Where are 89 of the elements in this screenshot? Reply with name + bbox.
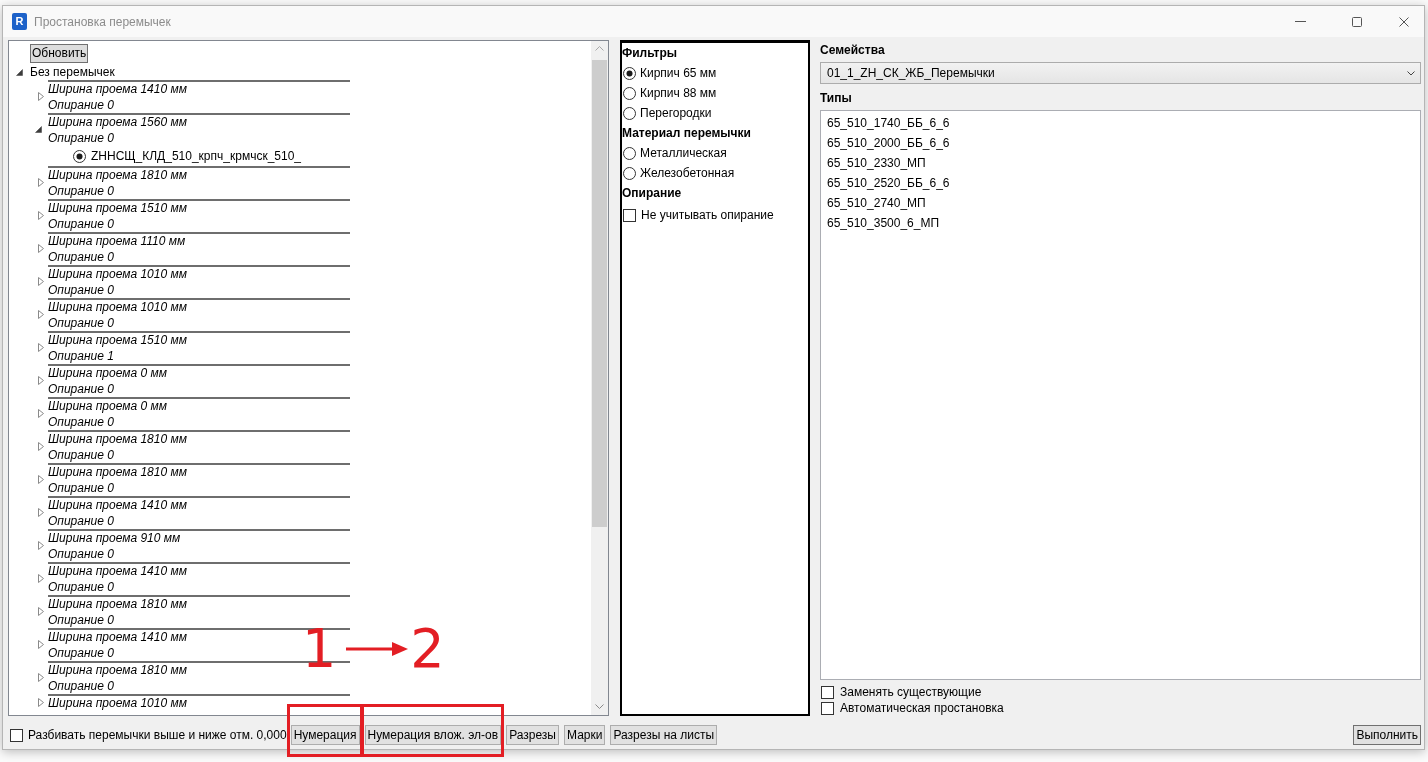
- tree-item-label[interactable]: Ширина проема 1410 мм: [48, 498, 187, 514]
- maximize-icon[interactable]: [1352, 16, 1362, 27]
- tree-item-label[interactable]: Ширина проема 1510 мм: [48, 201, 187, 217]
- tree-item-label[interactable]: Ширина проема 1410 мм: [48, 630, 187, 646]
- checkbox[interactable]: [821, 701, 834, 715]
- tree-item-label[interactable]: Опирание 0: [48, 315, 114, 331]
- tree-item-label[interactable]: Опирание 0: [48, 447, 114, 463]
- checkbox-label: Автоматическая простановка: [840, 700, 1004, 717]
- section-heading: Фильтры: [622, 45, 678, 62]
- app-logo: R: [12, 13, 27, 30]
- tree-item-label[interactable]: Опирание 0: [48, 97, 114, 113]
- tree-item-label[interactable]: Ширина проема 1410 мм: [48, 82, 187, 98]
- tree-item-label[interactable]: Ширина проема 1110 мм: [48, 234, 186, 250]
- section-heading: Опирание: [622, 185, 682, 202]
- checkbox[interactable]: [821, 685, 834, 699]
- tree-item-label[interactable]: Ширина проема 1010 мм: [48, 267, 187, 283]
- annotation-number: 2: [410, 622, 445, 676]
- scrollbar-thumb[interactable]: [592, 60, 607, 527]
- tree-item-label[interactable]: Опирание 0: [48, 249, 114, 265]
- radio-label: Металлическая: [640, 145, 727, 162]
- tree-item-label[interactable]: Ширина проема 1810 мм: [48, 663, 187, 679]
- radio-button[interactable]: [73, 149, 86, 163]
- checkbox[interactable]: [10, 728, 23, 742]
- radio-button[interactable]: [623, 106, 636, 120]
- tree-item-label[interactable]: Ширина проема 910 мм: [48, 531, 181, 547]
- toolbar-button[interactable]: Разрезы на листы: [610, 725, 718, 745]
- toolbar-button[interactable]: Нумерация: [290, 725, 360, 745]
- triangle-icon[interactable]: [35, 126, 42, 133]
- radio-button[interactable]: [623, 146, 636, 160]
- checkbox[interactable]: [623, 208, 636, 222]
- close-icon[interactable]: [1399, 16, 1409, 27]
- checkbox-label: Разбивать перемычки выше и ниже отм. 0,000: [28, 727, 287, 744]
- section-heading: Типы: [820, 90, 852, 106]
- tree-item-label[interactable]: Опирание 0: [48, 480, 114, 496]
- toolbar-button[interactable]: Разрезы: [506, 725, 559, 745]
- list-item[interactable]: 65_510_2520_ББ_6_6: [822, 173, 1419, 193]
- checkbox-label: Не учитывать опирание: [641, 207, 774, 224]
- radio-label: Перегородки: [640, 105, 712, 122]
- chevron-up-icon[interactable]: [595, 46, 604, 51]
- tree-item-label[interactable]: Опирание 0: [48, 612, 114, 628]
- tree-item-label[interactable]: Опирание 0: [48, 513, 114, 529]
- tree-item-label[interactable]: Ширина проема 1010 мм: [48, 300, 187, 316]
- tree-item-label[interactable]: Ширина проема 1810 мм: [48, 168, 187, 184]
- radio-label: Кирпич 88 мм: [640, 85, 717, 102]
- chevron-down-icon: [1407, 70, 1415, 76]
- tree-item-label[interactable]: ZHНСЩ_КЛД_510_крпч_крмчск_510_: [91, 147, 301, 165]
- tree-item-label[interactable]: Ширина проема 1810 мм: [48, 465, 187, 481]
- tree-item-label[interactable]: Ширина проема 0 мм: [48, 399, 167, 415]
- tree-item-label[interactable]: Опирание 0: [48, 381, 114, 397]
- tree-item-label[interactable]: Ширина проема 1010 мм: [48, 696, 187, 712]
- tree-item-label[interactable]: Опирание 0: [48, 546, 114, 562]
- family-dropdown[interactable]: 01_1_ZH_СК_ЖБ_Перемычки: [820, 62, 1421, 84]
- tree-item-label[interactable]: Ширина проема 1560 мм: [48, 115, 187, 131]
- tree-item-label[interactable]: Опирание 0: [48, 414, 114, 430]
- section-heading: Семейства: [820, 42, 885, 58]
- tree-item-label[interactable]: Опирание 0: [48, 216, 114, 232]
- refresh-button[interactable]: Обновить: [30, 44, 89, 63]
- radio-button[interactable]: [623, 166, 636, 180]
- tree-item-label[interactable]: Опирание 0: [48, 645, 114, 661]
- tree-item-label[interactable]: Опирание 0: [48, 130, 114, 146]
- tree-item-label[interactable]: Опирание 0: [48, 282, 114, 298]
- annotation-arrow: [346, 641, 409, 657]
- window-title: Простановка перемычек: [34, 13, 171, 31]
- tree-item-label[interactable]: Ширина проема 1410 мм: [48, 564, 187, 580]
- list-item[interactable]: 65_510_2740_МП: [822, 193, 1419, 213]
- list-item[interactable]: 65_510_2000_ББ_6_6: [822, 133, 1419, 153]
- tree-item-label[interactable]: Опирание 0: [48, 183, 114, 199]
- checkbox-label: Заменять существующие: [840, 684, 982, 701]
- radio-label: Железобетонная: [640, 165, 735, 182]
- tree-item-label[interactable]: Ширина проема 1510 мм: [48, 333, 187, 349]
- tree-item-label[interactable]: Ширина проема 1810 мм: [48, 432, 187, 448]
- triangle-icon[interactable]: [16, 68, 23, 76]
- tree-item-label[interactable]: Ширина проема 1810 мм: [48, 597, 187, 613]
- tree-item-label[interactable]: Ширина проема 0 мм: [48, 366, 167, 382]
- chevron-down-icon[interactable]: [595, 704, 604, 709]
- list-item[interactable]: 65_510_1740_ББ_6_6: [822, 113, 1419, 133]
- list-item[interactable]: 65_510_3500_6_МП: [822, 213, 1419, 233]
- radio-button[interactable]: [623, 86, 636, 100]
- run-button[interactable]: Выполнить: [1353, 725, 1421, 745]
- tree-item-label[interactable]: Опирание 0: [48, 579, 114, 595]
- radio-button[interactable]: [623, 66, 636, 80]
- tree-item-label[interactable]: Опирание 0: [48, 678, 114, 694]
- toolbar-button[interactable]: Нумерация влож. эл-ов: [364, 725, 502, 745]
- list-item[interactable]: 65_510_2330_МП: [822, 153, 1419, 173]
- toolbar-button[interactable]: Марки: [564, 725, 606, 745]
- radio-label: Кирпич 65 мм: [640, 65, 717, 82]
- section-heading: Материал перемычки: [622, 125, 751, 142]
- tree-node-label[interactable]: Без перемычек: [30, 64, 115, 80]
- tree-item-label[interactable]: Опирание 1: [48, 348, 114, 364]
